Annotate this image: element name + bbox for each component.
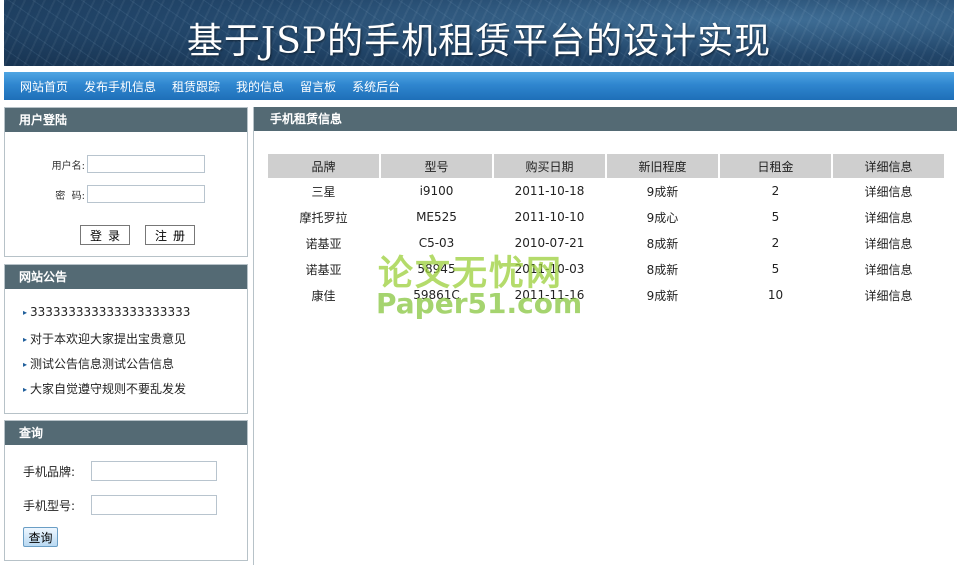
notice-item[interactable]: ▸ 对于本欢迎大家提出宝贵意见 [23,330,190,355]
details-link[interactable]: 详细信息 [833,204,944,230]
details-link[interactable]: 详细信息 [833,282,944,308]
login-panel: 用户登陆 用户名: 密 码: 登录 注册 [4,107,248,257]
details-link[interactable]: 详细信息 [833,256,944,282]
login-panel-title: 用户登陆 [5,108,247,132]
notice-item[interactable]: ▸ 测试公告信息测试公告信息 [23,355,190,380]
details-link[interactable]: 详细信息 [833,178,944,204]
search-panel-title: 查询 [5,421,247,445]
col-purchase-date: 购买日期 [494,154,605,178]
nav-publish-phone[interactable]: 发布手机信息 [84,78,156,95]
search-panel: 查询 手机品牌: 手机型号: 查询 [4,420,248,561]
bullet-icon: ▸ [23,360,28,369]
table-row: 三星 i9100 2011-10-18 9成新 2 详细信息 [268,178,944,204]
notice-list: ▸ 333333333333333333333 ▸ 对于本欢迎大家提出宝贵意见 ▸ 测… [23,305,190,405]
nav-rental-tracking[interactable]: 租赁跟踪 [172,78,220,95]
table-header-row: 品牌 型号 购买日期 新旧程度 日租金 详细信息 [268,154,944,178]
rental-table: 品牌 型号 购买日期 新旧程度 日租金 详细信息 三星 i9100 2011-1… [266,154,946,308]
site-title: 基于JSP的手机租赁平台的设计实现 [186,21,772,62]
password-label: 密 码: [55,190,85,202]
notice-item[interactable]: ▸ 333333333333333333333 [23,305,190,330]
col-condition: 新旧程度 [607,154,718,178]
col-brand: 品牌 [268,154,379,178]
nav-message-board[interactable]: 留言板 [300,78,336,95]
nav-my-info[interactable]: 我的信息 [236,78,284,95]
notice-item[interactable]: ▸ 大家自觉遵守规则不要乱发发 [23,380,190,405]
nav-home[interactable]: 网站首页 [20,78,68,95]
notice-panel: 网站公告 ▸ 333333333333333333333 ▸ 对于本欢迎大家提出宝贵… [4,264,248,414]
col-daily-rent: 日租金 [720,154,831,178]
details-link[interactable]: 详细信息 [833,230,944,256]
col-model: 型号 [381,154,492,178]
model-label: 手机型号: [23,498,76,513]
search-button[interactable]: 查询 [23,527,58,547]
table-row: 诺基亚 C5-03 2010-07-21 8成新 2 详细信息 [268,230,944,256]
table-row: 康佳 59861C 2011-11-16 9成新 10 详细信息 [268,282,944,308]
username-label: 用户名: [51,160,85,172]
nav-admin[interactable]: 系统后台 [352,78,400,95]
brand-label: 手机品牌: [23,464,76,479]
register-button[interactable]: 注册 [145,225,195,245]
header-banner: 基于JSP的手机租赁平台的设计实现 [4,0,954,66]
notice-panel-title: 网站公告 [5,265,247,289]
col-details: 详细信息 [833,154,944,178]
rental-list-title: 手机租赁信息 [254,107,957,131]
table-row: 诺基亚 58945 2011-10-03 8成新 5 详细信息 [268,256,944,282]
brand-input[interactable] [91,461,217,481]
password-input[interactable] [87,185,205,203]
bullet-icon: ▸ [23,308,28,317]
main-nav: 网站首页 发布手机信息 租赁跟踪 我的信息 留言板 系统后台 [4,72,954,100]
bullet-icon: ▸ [23,385,28,394]
bullet-icon: ▸ [23,335,28,344]
table-row: 摩托罗拉 ME525 2011-10-10 9成心 5 详细信息 [268,204,944,230]
model-input[interactable] [91,495,217,515]
username-input[interactable] [87,155,205,173]
rental-list-panel: 手机租赁信息 品牌 型号 购买日期 新旧程度 日租金 详细信息 三星 i9100… [253,107,957,565]
login-button[interactable]: 登录 [80,225,130,245]
